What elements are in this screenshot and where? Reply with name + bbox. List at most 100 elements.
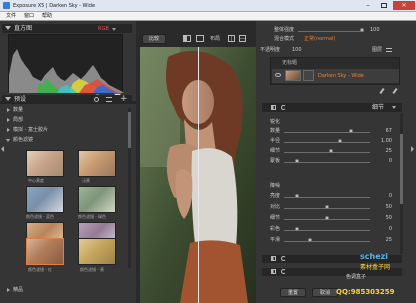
collapse-triangle-icon[interactable] xyxy=(5,26,11,30)
slider-row: 数量 67 xyxy=(270,128,396,136)
category-label: 局部 xyxy=(13,117,24,123)
slider-value[interactable]: 25 xyxy=(386,237,392,243)
add-preset-icon[interactable]: + xyxy=(120,94,128,104)
blend-mode-select[interactable]: 正常(normal) xyxy=(304,36,335,42)
search-icon[interactable] xyxy=(94,97,99,102)
layers-list: 无标题 Darken Sky - Wide xyxy=(270,57,400,85)
compare-split-line[interactable] xyxy=(198,47,199,303)
slider-value[interactable]: 0 xyxy=(389,193,392,199)
preset-category[interactable]: 模拟 - 富士胶片 xyxy=(6,127,126,135)
reset-button[interactable]: 重置 xyxy=(280,288,306,297)
slider-row: 彩色 0 xyxy=(270,226,396,234)
collapse-triangle-icon[interactable] xyxy=(5,97,11,101)
slider-track[interactable] xyxy=(284,152,370,153)
window-title: Exposure X5 | Darken Sky - Wide xyxy=(13,3,96,9)
menu-item-help[interactable]: 帮助 xyxy=(42,13,52,19)
slider-knob[interactable] xyxy=(337,139,342,143)
expand-triangle-icon xyxy=(7,288,10,292)
slider-knob[interactable] xyxy=(360,28,364,32)
collapse-left-panel-icon[interactable] xyxy=(1,146,4,152)
expand-triangle-icon xyxy=(7,128,10,132)
menu-item-window[interactable]: 窗口 xyxy=(24,13,34,19)
slider-row: 半径 1.00 xyxy=(270,138,396,146)
reset-panel-icon[interactable] xyxy=(281,105,286,110)
minimize-icon[interactable]: – xyxy=(361,2,375,10)
menu-icon[interactable] xyxy=(106,97,112,102)
slider-value[interactable]: 67 xyxy=(386,128,392,134)
layer-opacity-value[interactable]: 100 xyxy=(292,47,302,53)
layer-mask xyxy=(303,70,314,81)
split-toggle-icon[interactable] xyxy=(271,269,276,274)
preset-thumbnail[interactable] xyxy=(26,150,64,177)
slider-knob[interactable] xyxy=(325,216,329,220)
reset-panel-icon[interactable] xyxy=(281,269,286,274)
layout-horizontal-icon[interactable] xyxy=(239,35,246,42)
right-scrollbar[interactable] xyxy=(400,114,403,254)
preset-scrollbar[interactable] xyxy=(128,108,131,268)
preset-category-expanded[interactable]: 颜色滤镜 xyxy=(6,137,126,145)
visibility-eye-icon[interactable] xyxy=(275,73,281,77)
slider-value[interactable]: 1.00 xyxy=(381,138,392,144)
watermark-subtitle: 色调盒子 xyxy=(346,274,367,280)
slider-knob[interactable] xyxy=(294,159,299,163)
preset-category[interactable]: 精品 xyxy=(6,287,126,295)
menu-item-file[interactable]: 文件 xyxy=(6,13,16,19)
dropdown-arrow-icon[interactable] xyxy=(112,28,116,31)
layers-menu-icon[interactable] xyxy=(386,48,392,52)
slider-knob[interactable] xyxy=(325,205,329,209)
watermark-qq: QQ:985303259 xyxy=(336,288,395,296)
slider-label: 亮度 xyxy=(270,193,281,199)
slider-track[interactable] xyxy=(284,132,370,133)
preset-category[interactable]: 数量 xyxy=(6,107,126,115)
slider-value[interactable]: 50 xyxy=(386,204,392,210)
close-icon[interactable]: ✕ xyxy=(393,1,415,10)
preset-category[interactable]: 局部 xyxy=(6,117,126,125)
overall-opacity-slider[interactable] xyxy=(298,31,364,32)
preset-label: 泛黄 xyxy=(82,178,90,183)
histogram-title: 直方图 xyxy=(14,25,33,32)
compare-button[interactable]: 比较 xyxy=(142,34,166,44)
split-toggle-icon[interactable] xyxy=(271,105,276,110)
slider-label: 平滑 xyxy=(270,237,281,243)
expand-triangle-icon xyxy=(7,108,10,112)
slider-row: 细节 25 xyxy=(270,148,396,156)
dropdown-arrow-icon[interactable] xyxy=(392,106,396,109)
slider-knob[interactable] xyxy=(307,238,312,242)
preset-thumbnail[interactable] xyxy=(78,238,116,265)
slider-track[interactable] xyxy=(284,142,370,143)
reset-panel-icon[interactable] xyxy=(281,256,286,261)
slider-track[interactable] xyxy=(284,241,370,242)
presets-header: 预设 + xyxy=(2,94,132,104)
photo-preview[interactable] xyxy=(140,47,256,303)
category-label: 数量 xyxy=(13,107,24,113)
slider-row: 平滑 25 xyxy=(270,237,396,245)
slider-label: 细节 xyxy=(270,215,281,221)
slider-value[interactable]: 0 xyxy=(389,226,392,232)
preset-thumbnail-selected[interactable] xyxy=(26,238,64,265)
slider-knob[interactable] xyxy=(294,194,299,198)
split-view-icon[interactable] xyxy=(183,35,191,42)
split-toggle-icon[interactable] xyxy=(271,256,276,261)
layout-vertical-icon[interactable] xyxy=(228,35,235,42)
layer-item[interactable]: 无标题 xyxy=(272,59,399,68)
slider-value[interactable]: 0 xyxy=(389,158,392,164)
cancel-button[interactable]: 取消 xyxy=(312,288,338,297)
slider-value[interactable]: 50 xyxy=(386,215,392,221)
presets-title: 预设 xyxy=(14,96,27,103)
collapse-right-panel-icon[interactable] xyxy=(411,146,414,152)
overall-opacity-value[interactable]: 100 xyxy=(370,27,380,33)
preset-thumbnail[interactable] xyxy=(26,186,64,213)
preset-thumbnail[interactable] xyxy=(78,186,116,213)
slider-value[interactable]: 25 xyxy=(386,148,392,154)
overall-opacity-row: 整体强度 100 xyxy=(262,27,402,35)
preset-label: 颜色滤镜 - 蓝色 xyxy=(26,214,54,219)
layer-item-active[interactable]: Darken Sky - Wide xyxy=(272,69,399,83)
slider-knob[interactable] xyxy=(294,227,299,231)
histogram-mode[interactable]: RGB xyxy=(98,26,109,32)
app-window: Exposure X5 | Darken Sky - Wide – ✕ 文件 窗… xyxy=(0,0,416,303)
layer-name: Darken Sky - Wide xyxy=(318,73,364,79)
preset-thumbnail[interactable] xyxy=(78,150,116,177)
maximize-icon[interactable] xyxy=(377,2,391,10)
side-by-side-icon[interactable] xyxy=(196,35,204,42)
compare-label: 比较 xyxy=(148,36,159,42)
